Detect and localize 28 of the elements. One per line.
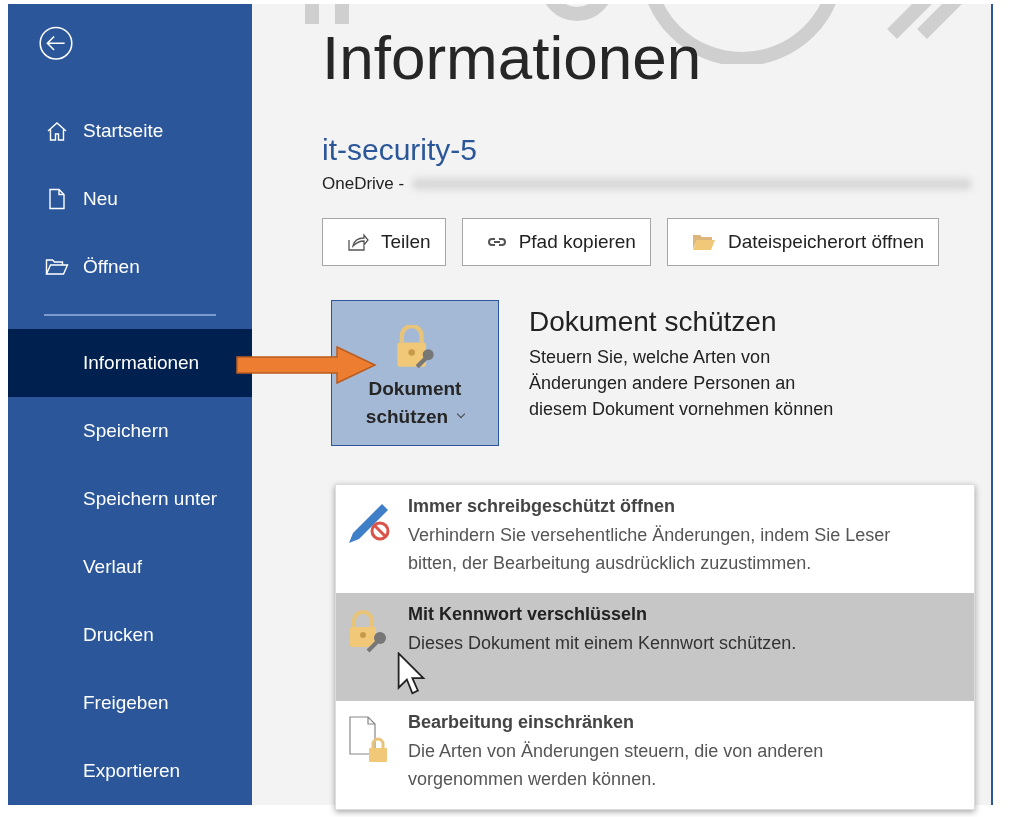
section-heading: Dokument schützen bbox=[529, 305, 778, 339]
section-description: Steuern Sie, welche Arten von Änderungen andere Personen an diesem Dokument vornehmen können bbox=[529, 346, 834, 421]
menu-item[interactable]: Mit Kennwort verschlüsseln Dieses Dokument mit einem Kennwort schützen. bbox=[336, 593, 974, 701]
sidebar-item[interactable]: Exportieren bbox=[8, 737, 252, 806]
menu-item[interactable]: Bearbeitung einschränken Die Arten von Änderungen steuern, die von anderen vorgenommen werden können. bbox=[336, 701, 974, 809]
sidebar-item[interactable]: Öffnen bbox=[8, 233, 252, 302]
sidebar-item[interactable]: Freigeben bbox=[8, 669, 252, 738]
sidebar-item[interactable]: Speichern bbox=[8, 397, 252, 466]
sidebar-item[interactable]: Drucken bbox=[8, 601, 252, 670]
toolbar-button[interactable]: Teilen bbox=[322, 218, 446, 266]
link-icon bbox=[486, 236, 507, 248]
toolbar-button[interactable]: Dateispeicherort öffnen bbox=[666, 218, 939, 266]
menu-item[interactable]: Immer schreibgeschützt öffnen Verhindern Sie versehentliche Änderungen, indem Sie Leser bitten, der Bearbeitung ausdrücklich zuzustimmen. bbox=[336, 485, 974, 593]
mouse-pointer-icon bbox=[396, 652, 426, 696]
sidebar-item[interactable]: Speichern unter bbox=[8, 465, 252, 534]
document-location: OneDrive - bbox=[322, 174, 405, 194]
share-icon bbox=[347, 232, 369, 252]
folder-icon bbox=[691, 233, 716, 251]
sidebar-item[interactable]: Startseite bbox=[8, 97, 252, 166]
page-title: Informationen bbox=[322, 22, 702, 94]
document-name: it-security-5 bbox=[322, 132, 479, 168]
sidebar-item[interactable]: Neu bbox=[8, 165, 252, 234]
back-icon[interactable] bbox=[38, 26, 74, 61]
toolbar-button[interactable]: Pfad kopieren bbox=[461, 218, 651, 266]
sidebar-item[interactable]: Informationen bbox=[8, 329, 252, 398]
sidebar-item[interactable]: Verlauf bbox=[8, 533, 252, 602]
protect-document-button[interactable]: Dokument schützen bbox=[331, 300, 499, 446]
home-icon bbox=[45, 120, 69, 143]
